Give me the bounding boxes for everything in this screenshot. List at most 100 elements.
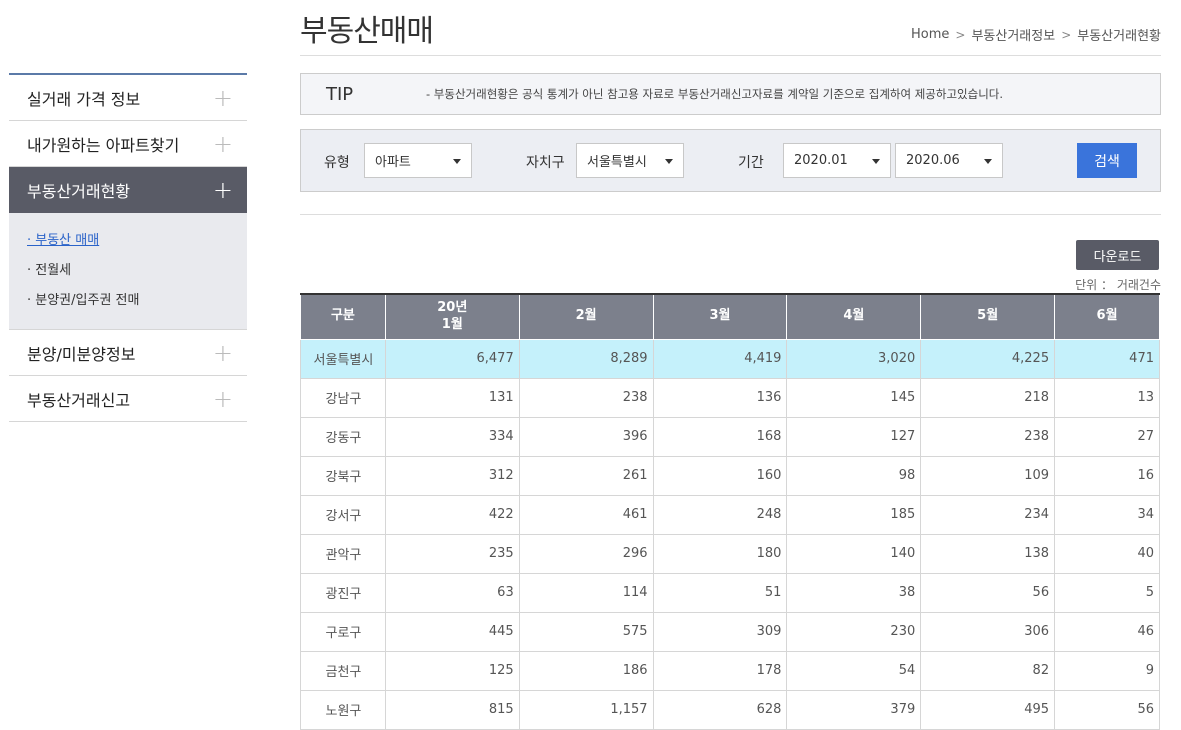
table-body: 서울특별시 6,477 8,289 4,419 3,020 4,225 471 강남구 131 2… — [300, 338, 1160, 730]
count-cell: 13 — [1054, 377, 1160, 418]
sidebar-item-find-apartment[interactable]: 내가원하는 아파트찾기 + — [9, 121, 247, 167]
plus-icon: + — [212, 338, 233, 367]
count-cell: 471 — [1054, 338, 1160, 379]
dropdown-arrow-icon — [665, 159, 673, 164]
count-cell: 4,225 — [920, 338, 1056, 379]
district-name-cell: 서울특별시 — [300, 338, 386, 379]
count-cell: 27 — [1054, 416, 1160, 457]
district-name-cell: 구로구 — [300, 611, 386, 652]
count-cell: 40 — [1054, 533, 1160, 574]
count-cell: 238 — [518, 377, 654, 418]
count-cell: 125 — [384, 650, 520, 691]
plus-icon: + — [212, 83, 233, 112]
count-cell: 9 — [1054, 650, 1160, 691]
count-cell: 1,157 — [518, 689, 654, 730]
district-name-cell: 강동구 — [300, 416, 386, 457]
breadcrumb-home[interactable]: Home — [911, 27, 949, 42]
count-cell: 136 — [652, 377, 788, 418]
breadcrumb-info[interactable]: 부동산거래정보 — [971, 25, 1055, 44]
count-cell: 114 — [518, 572, 654, 613]
count-cell: 16 — [1054, 455, 1160, 496]
sidebar-item-presale[interactable]: 분양/미분양정보 + — [9, 330, 247, 376]
count-cell: 445 — [384, 611, 520, 652]
column-header: 구분 — [300, 293, 386, 340]
submenu-item-resale[interactable]: · 분양권/입주권 전매 — [27, 289, 229, 308]
dropdown-arrow-icon — [453, 159, 461, 164]
column-header: 2월 — [518, 293, 654, 340]
table-row: 강서구 422 461 248 185 234 34 — [300, 494, 1160, 535]
count-cell: 306 — [920, 611, 1056, 652]
sidebar-submenu: · 부동산 매매 · 전월세 · 분양권/입주권 전매 — [9, 213, 247, 330]
page-title: 부동산매매 — [300, 14, 434, 49]
tip-label: TIP — [326, 83, 354, 105]
column-header: 5월 — [920, 293, 1056, 340]
search-panel: 유형 아파트 자치구 서울특별시 기간 2020.01 2020.06 검색 — [300, 129, 1161, 192]
count-cell: 334 — [384, 416, 520, 457]
district-name-cell: 강남구 — [300, 377, 386, 418]
district-name-cell: 강서구 — [300, 494, 386, 535]
table-header-row: 구분 20년 1월 2월 3월 4월 5월 6월 — [300, 293, 1160, 340]
transaction-table: 구분 20년 1월 2월 3월 4월 5월 6월 서울특별시 6,477 8,289 4,419 3,… — [300, 293, 1160, 730]
count-cell: 180 — [652, 533, 788, 574]
count-cell: 815 — [384, 689, 520, 730]
count-cell: 8,289 — [518, 338, 654, 379]
count-cell: 296 — [518, 533, 654, 574]
sidebar-item-report[interactable]: 부동산거래신고 + — [9, 376, 247, 422]
download-button[interactable]: 다운로드 — [1076, 240, 1159, 270]
count-cell: 98 — [786, 455, 922, 496]
dropdown-arrow-icon — [984, 159, 992, 164]
dropdown-arrow-icon — [872, 159, 880, 164]
table-row: 강북구 312 261 160 98 109 16 — [300, 455, 1160, 496]
type-select[interactable]: 아파트 — [364, 143, 472, 178]
period-label: 기간 — [738, 155, 764, 171]
table-row: 강동구 334 396 168 127 238 27 — [300, 416, 1160, 457]
count-cell: 168 — [652, 416, 788, 457]
count-cell: 46 — [1054, 611, 1160, 652]
submenu-item-rent[interactable]: · 전월세 — [27, 259, 229, 278]
sidebar-item-label: 실거래 가격 정보 — [27, 89, 141, 109]
table-row: 관악구 235 296 180 140 138 40 — [300, 533, 1160, 574]
search-button[interactable]: 검색 — [1077, 143, 1137, 178]
count-cell: 4,419 — [652, 338, 788, 379]
district-name-cell: 관악구 — [300, 533, 386, 574]
tip-box: TIP - 부동산거래현황은 공식 통계가 아닌 참고용 자료로 부동산거래신고… — [300, 73, 1161, 115]
count-cell: 131 — [384, 377, 520, 418]
count-cell: 56 — [1054, 689, 1160, 730]
count-cell: 185 — [786, 494, 922, 535]
count-cell: 575 — [518, 611, 654, 652]
count-cell: 396 — [518, 416, 654, 457]
count-cell: 63 — [384, 572, 520, 613]
plus-icon: + — [212, 129, 233, 158]
column-header: 6월 — [1054, 293, 1160, 340]
breadcrumb-current[interactable]: 부동산거래현황 — [1077, 25, 1161, 44]
sidebar-item-transaction-status[interactable]: 부동산거래현황 + — [9, 167, 247, 213]
count-cell: 6,477 — [384, 338, 520, 379]
period-to-select[interactable]: 2020.06 — [895, 143, 1003, 178]
count-cell: 54 — [786, 650, 922, 691]
sidebar-item-label: 부동산거래신고 — [27, 390, 131, 410]
period-to-value: 2020.06 — [906, 153, 960, 168]
table-row: 금천구 125 186 178 54 82 9 — [300, 650, 1160, 691]
count-cell: 38 — [786, 572, 922, 613]
plus-icon: + — [212, 384, 233, 413]
column-header: 20년 1월 — [384, 293, 520, 340]
count-cell: 230 — [786, 611, 922, 652]
submenu-item-sale[interactable]: · 부동산 매매 — [27, 229, 229, 248]
count-cell: 140 — [786, 533, 922, 574]
unit-label: 단위 ： 거래건수 — [1075, 278, 1161, 292]
plus-icon: + — [212, 176, 233, 204]
sidebar-item-label: 부동산거래현황 — [27, 182, 131, 201]
count-cell: 186 — [518, 650, 654, 691]
sidebar-item-label: 내가원하는 아파트찾기 — [27, 135, 180, 155]
count-cell: 309 — [652, 611, 788, 652]
count-cell: 82 — [920, 650, 1056, 691]
count-cell: 5 — [1054, 572, 1160, 613]
district-name-cell: 강북구 — [300, 455, 386, 496]
period-from-value: 2020.01 — [794, 153, 848, 168]
district-select[interactable]: 서울특별시 — [576, 143, 684, 178]
period-from-select[interactable]: 2020.01 — [783, 143, 891, 178]
column-header: 4월 — [786, 293, 922, 340]
sidebar-item-real-price[interactable]: 실거래 가격 정보 + — [9, 75, 247, 121]
count-cell: 3,020 — [786, 338, 922, 379]
count-cell: 235 — [384, 533, 520, 574]
